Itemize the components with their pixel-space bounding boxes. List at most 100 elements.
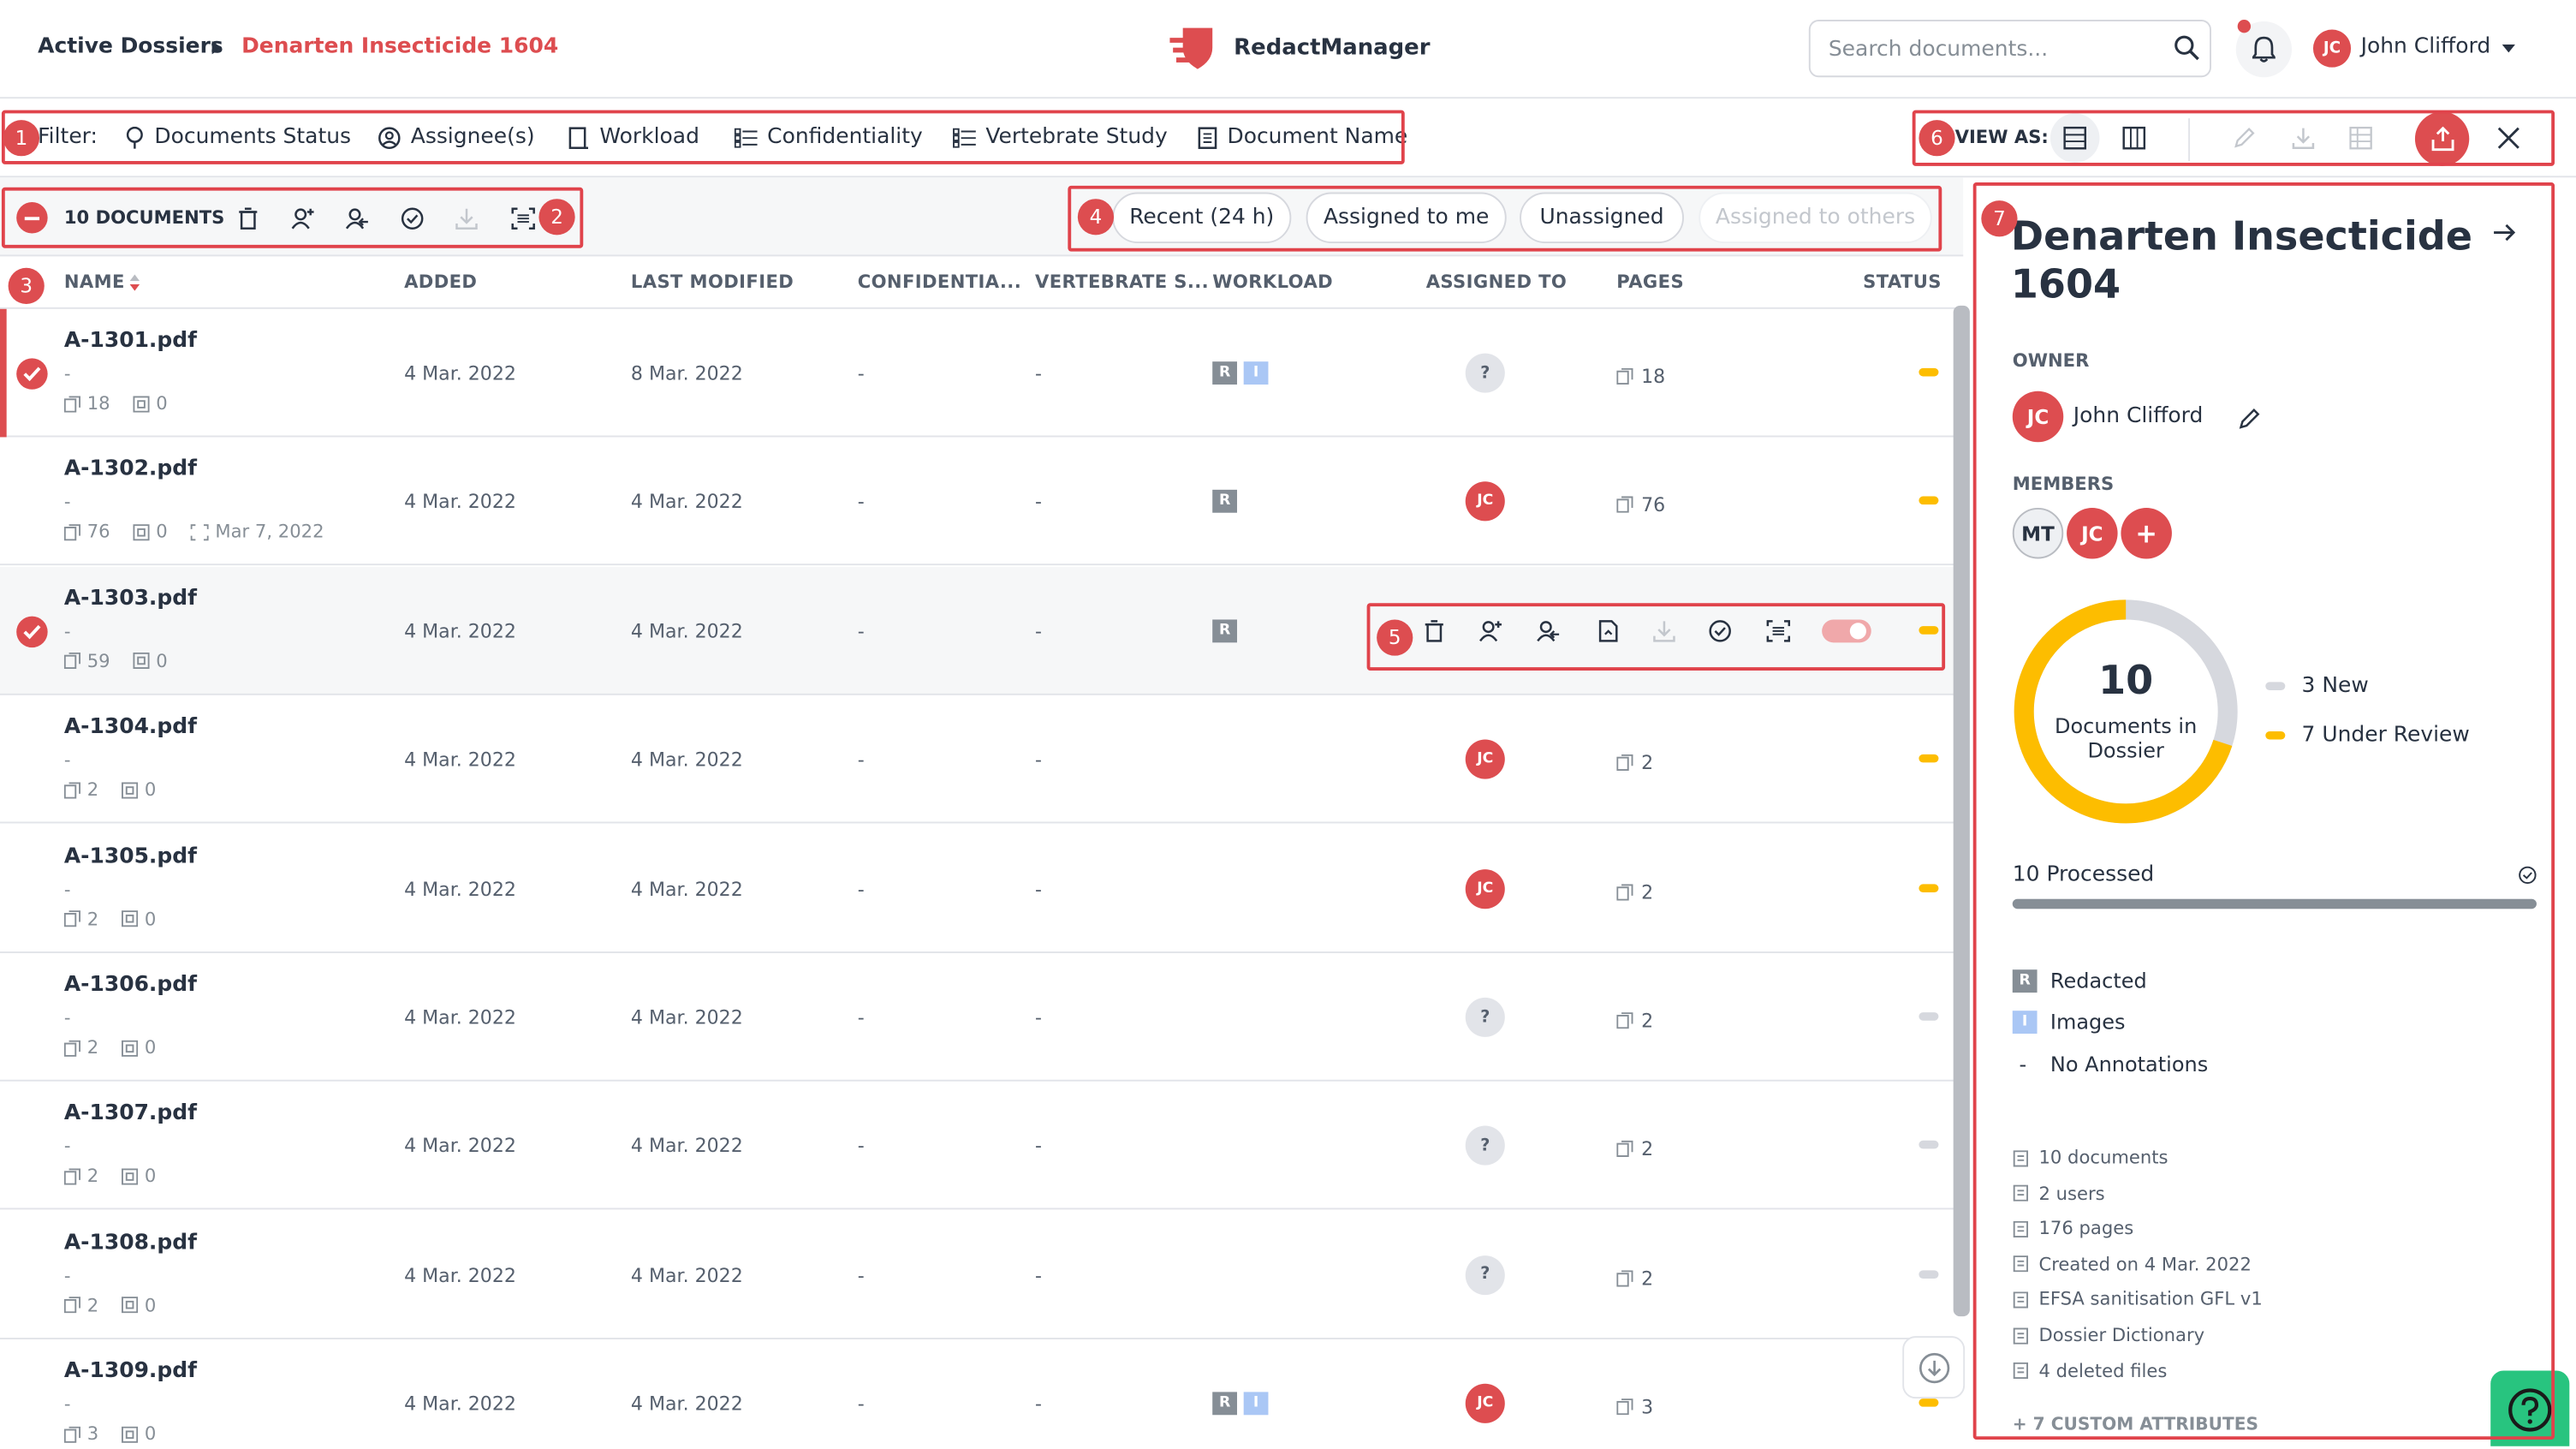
user-name[interactable]: John Clifford	[2361, 34, 2491, 59]
table-row[interactable]: A-1309.pdf -3 0 4 Mar. 2022 4 Mar. 2022- - R I J…	[0, 1339, 1955, 1449]
table-row[interactable]: A-1302.pdf -76 0 Mar 7, 2022 4 Mar. 2022 4 Ma…	[0, 438, 1955, 566]
file-meta: 20	[63, 1294, 156, 1316]
file-name[interactable]: A-1303.pdf	[64, 587, 197, 611]
scroll-to-bottom-button[interactable]	[1902, 1336, 1966, 1399]
user-avatar[interactable]: JC	[2312, 29, 2352, 68]
file-name[interactable]: A-1305.pdf	[64, 844, 197, 869]
callout-box-7	[1972, 182, 2555, 1440]
column-header-status[interactable]: STATUS	[1863, 271, 1942, 293]
file-page-count: 18	[86, 392, 110, 414]
table-row[interactable]: A-1306.pdf -2 0 4 Mar. 2022 4 Mar. 2022- -? 2	[0, 953, 1955, 1082]
confidentiality-value: -	[857, 619, 865, 642]
modified-date: 4 Mar. 2022	[630, 1392, 743, 1416]
file-meta: 30	[63, 1423, 156, 1446]
file-meta: 20	[63, 779, 156, 801]
unassigned-badge[interactable]: ?	[1465, 353, 1505, 393]
sort-icon[interactable]	[129, 273, 140, 293]
pages-icon	[63, 653, 81, 670]
pages-cell: 2	[1616, 751, 1653, 774]
column-header-vertebrate[interactable]: VERTEBRATE S...	[1035, 271, 1209, 293]
file-page-count: 2	[86, 1294, 99, 1316]
pages-value: 2	[1641, 880, 1654, 903]
file-name[interactable]: A-1309.pdf	[64, 1359, 197, 1384]
assignee-avatar[interactable]: JC	[1465, 482, 1505, 522]
assignee-avatar[interactable]: JC	[1465, 1384, 1505, 1424]
added-date: 4 Mar. 2022	[404, 619, 516, 642]
file-page-count: 3	[86, 1423, 99, 1446]
column-header-last-modified[interactable]: LAST MODIFIED	[631, 271, 794, 293]
file-meta: 18 0	[63, 392, 168, 414]
pages-cell: 2	[1616, 880, 1653, 903]
file-page-count: 2	[86, 1036, 99, 1058]
file-name[interactable]: A-1307.pdf	[64, 1101, 197, 1126]
assignee-avatar[interactable]: JC	[1465, 739, 1505, 779]
row-checkbox[interactable]	[16, 616, 48, 647]
column-header-name[interactable]: NAME	[64, 271, 125, 293]
file-subtitle: -	[63, 1007, 71, 1029]
status-indicator	[1919, 754, 1939, 763]
file-meta: 20	[63, 908, 156, 929]
unassigned-badge[interactable]: ?	[1465, 1255, 1505, 1295]
pages-cell: 18	[1616, 365, 1665, 388]
vertebrate-value: -	[1034, 361, 1042, 385]
search-icon[interactable]	[2174, 34, 2200, 61]
column-header-assigned-to[interactable]: ASSIGNED TO	[1426, 271, 1568, 293]
status-indicator	[1919, 367, 1939, 377]
file-meta: 76 0 Mar 7, 2022	[63, 522, 324, 543]
table-row[interactable]: A-1301.pdf -18 0 4 Mar. 2022 8 Mar. 2022- - R I…	[0, 308, 1955, 438]
pages-icon	[63, 1297, 81, 1314]
callout-box-2	[1, 187, 584, 248]
confidentiality-value: -	[857, 1134, 865, 1158]
breadcrumb-current[interactable]: Denarten Insecticide 1604	[241, 34, 558, 59]
vertebrate-value: -	[1034, 1392, 1042, 1416]
file-name[interactable]: A-1306.pdf	[64, 973, 197, 998]
breadcrumb-root[interactable]: Active Dossiers	[38, 34, 223, 59]
pages-icon	[1616, 367, 1633, 385]
assignee-avatar[interactable]: JC	[1465, 868, 1505, 909]
annotations-icon	[122, 1426, 139, 1443]
file-subtitle: -	[63, 492, 71, 514]
status-indicator	[1919, 497, 1939, 505]
chevron-down-icon[interactable]	[2502, 44, 2515, 53]
confidentiality-value: -	[857, 1263, 865, 1287]
file-name[interactable]: A-1301.pdf	[64, 329, 197, 354]
modified-date: 4 Mar. 2022	[630, 1005, 743, 1029]
added-date: 4 Mar. 2022	[404, 1392, 516, 1416]
table-row[interactable]: A-1304.pdf -2 0 4 Mar. 2022 4 Mar. 2022- - JC 2	[0, 695, 1955, 824]
annotations-icon	[122, 910, 139, 927]
arrow-down-circle-icon	[1919, 1352, 1950, 1384]
pages-cell: 3	[1616, 1395, 1654, 1419]
row-checkbox[interactable]	[16, 358, 48, 390]
confidentiality-value: -	[857, 748, 865, 772]
workload-redacted-badge: R	[1212, 1392, 1238, 1416]
table-row[interactable]: A-1308.pdf -2 0 4 Mar. 2022 4 Mar. 2022- -? 2	[0, 1211, 1955, 1339]
unassigned-badge[interactable]: ?	[1465, 997, 1505, 1037]
confidentiality-value: -	[857, 490, 865, 514]
table-scrollbar[interactable]	[1953, 305, 1970, 1317]
pages-icon	[1616, 1269, 1633, 1287]
added-date: 4 Mar. 2022	[404, 490, 516, 514]
pages-cell: 2	[1616, 1009, 1653, 1032]
vertebrate-value: -	[1034, 490, 1042, 514]
modified-date: 4 Mar. 2022	[630, 748, 743, 772]
column-header-added[interactable]: ADDED	[404, 271, 477, 293]
pages-icon	[1616, 754, 1633, 772]
pages-value: 3	[1641, 1395, 1654, 1419]
column-header-confidentiality[interactable]: CONFIDENTIA...	[858, 271, 1021, 293]
table-row[interactable]: A-1305.pdf -2 0 4 Mar. 2022 4 Mar. 2022- - JC 2	[0, 825, 1955, 953]
table-row[interactable]: A-1307.pdf -2 0 4 Mar. 2022 4 Mar. 2022- -? 2	[0, 1082, 1955, 1211]
search-box[interactable]	[1808, 20, 2211, 78]
file-name[interactable]: A-1308.pdf	[64, 1231, 197, 1255]
pages-icon	[1616, 1012, 1633, 1029]
workload-redacted-badge: R	[1212, 361, 1238, 385]
callout-number-5: 5	[1377, 619, 1413, 656]
pages-icon	[1616, 497, 1633, 514]
status-indicator	[1919, 1141, 1939, 1150]
search-input[interactable]	[1828, 34, 2157, 64]
column-header-pages[interactable]: PAGES	[1616, 271, 1684, 293]
file-name[interactable]: A-1302.pdf	[64, 457, 197, 482]
pages-value: 2	[1641, 751, 1654, 775]
unassigned-badge[interactable]: ?	[1465, 1126, 1505, 1166]
file-name[interactable]: A-1304.pdf	[64, 715, 197, 740]
column-header-workload[interactable]: WORKLOAD	[1212, 271, 1333, 293]
